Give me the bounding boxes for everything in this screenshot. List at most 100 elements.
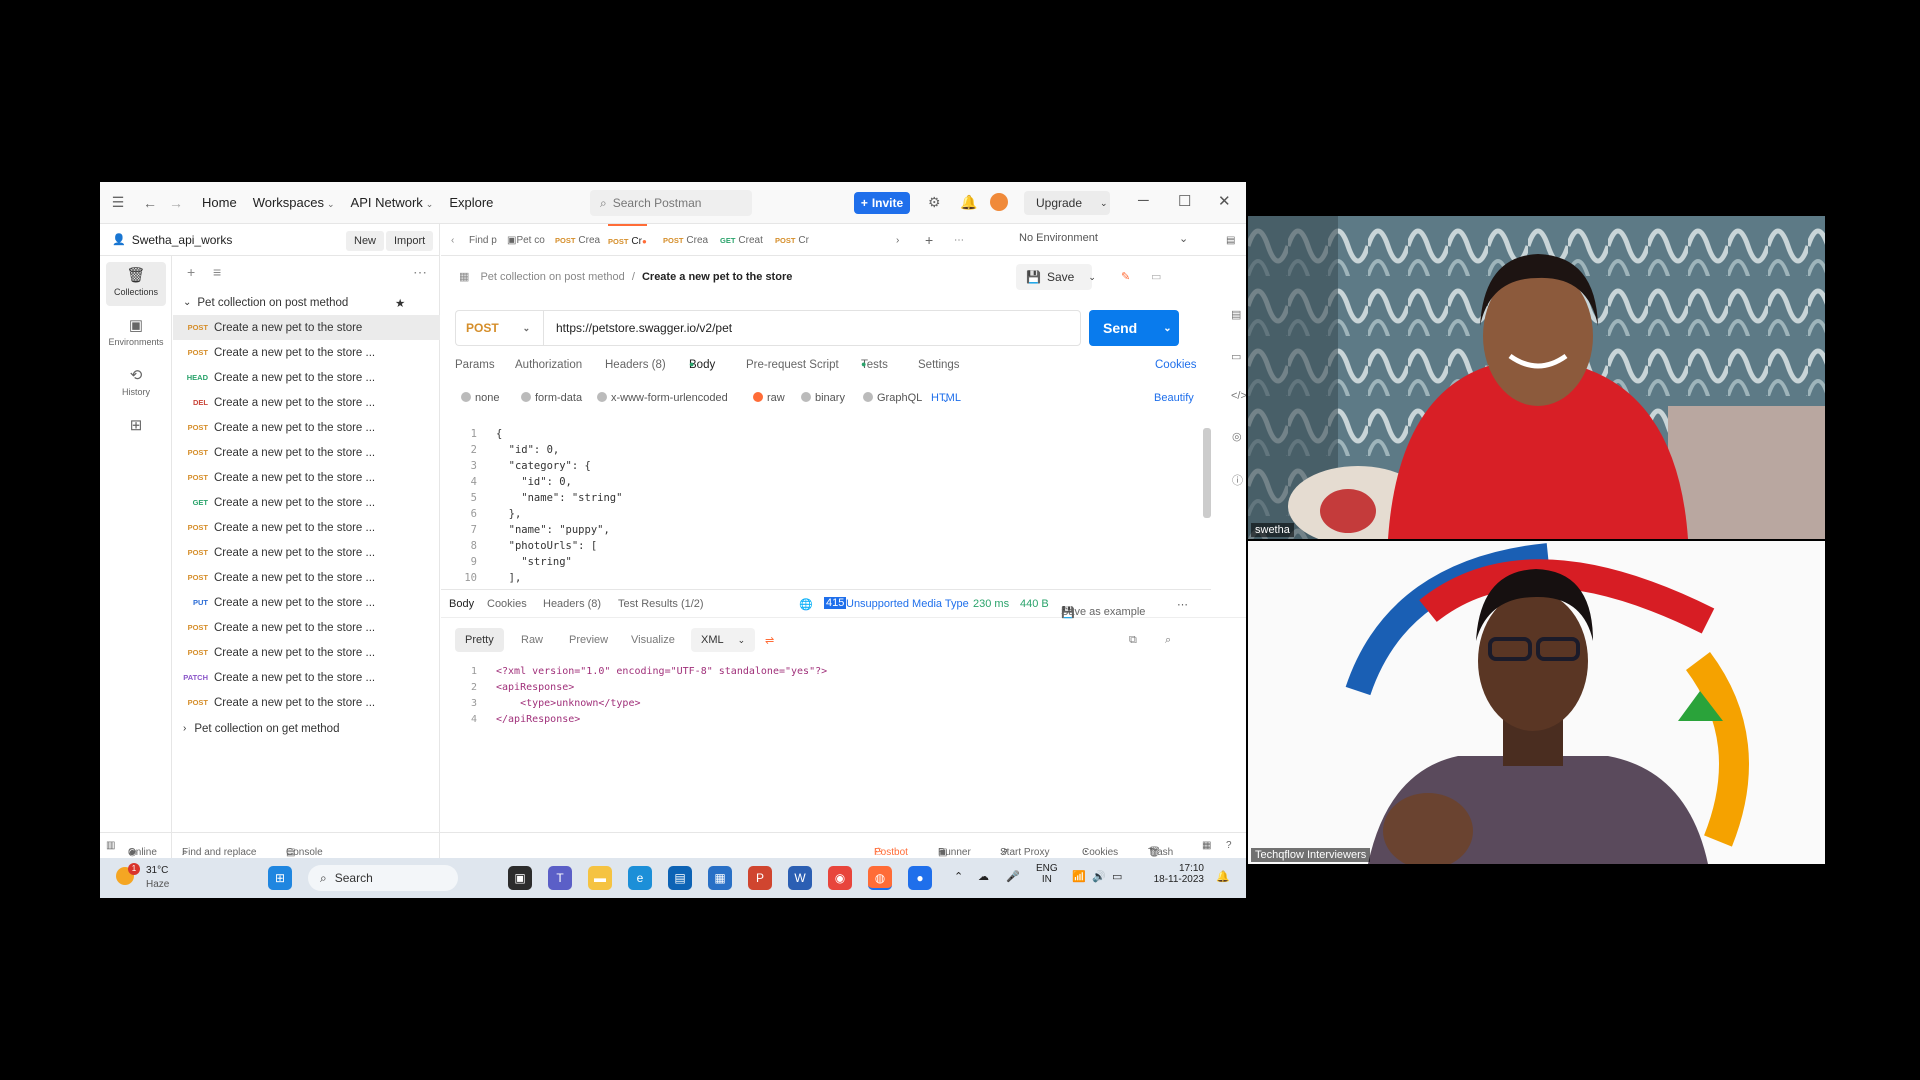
back-arrow-icon[interactable]: ← bbox=[140, 195, 160, 211]
send-button[interactable]: Send ⌄ bbox=[1089, 310, 1179, 346]
environment-quick-look-icon[interactable]: ▤ bbox=[1226, 224, 1235, 256]
request-item[interactable]: POST Create a new pet to the store ... bbox=[173, 640, 440, 665]
file-explorer-icon[interactable]: ▬ bbox=[588, 866, 612, 890]
request-item[interactable]: POST Create a new pet to the store ... bbox=[173, 415, 440, 440]
invite-button[interactable]: + Invite bbox=[854, 192, 910, 214]
workspace-name[interactable]: Swetha_api_works bbox=[132, 233, 233, 247]
settings-gear-icon[interactable]: ⚙ bbox=[928, 194, 941, 211]
zoom-icon[interactable]: ● bbox=[908, 866, 932, 890]
request-item[interactable]: POST Create a new pet to the store ... bbox=[173, 690, 440, 715]
maximize-icon[interactable]: ☐ bbox=[1178, 192, 1191, 210]
rail-apps[interactable]: ⊞ bbox=[106, 412, 166, 456]
request-tab[interactable]: GET Creat bbox=[720, 224, 763, 256]
language-indicator[interactable]: ENG IN bbox=[1036, 863, 1058, 885]
resp-tab-cookies[interactable]: Cookies bbox=[487, 598, 527, 610]
rail-collections[interactable]: 🗑 Collections bbox=[106, 262, 166, 306]
resp-tab-headers[interactable]: Headers (8) bbox=[543, 598, 601, 610]
request-item[interactable]: DEL Create a new pet to the store ... bbox=[173, 390, 440, 415]
request-item[interactable]: GET Create a new pet to the store ... bbox=[173, 490, 440, 515]
edge-icon[interactable]: e bbox=[628, 866, 652, 890]
beautify-link[interactable]: Beautify bbox=[1154, 392, 1194, 404]
nav-explore[interactable]: Explore bbox=[449, 195, 493, 210]
powerpoint-icon[interactable]: P bbox=[748, 866, 772, 890]
layout-icon[interactable]: ▦ bbox=[1202, 840, 1211, 851]
copy-icon[interactable]: ⧉ bbox=[1119, 628, 1147, 652]
teams-icon[interactable]: T bbox=[548, 866, 572, 890]
view-pretty[interactable]: Pretty bbox=[455, 628, 504, 652]
star-icon[interactable]: ★ bbox=[395, 296, 405, 310]
resp-tab-body[interactable]: Body bbox=[449, 598, 474, 610]
radio-raw[interactable]: raw bbox=[753, 392, 785, 404]
view-preview[interactable]: Preview bbox=[559, 628, 618, 652]
request-tab[interactable]: POST Cr ● bbox=[608, 224, 647, 256]
nav-workspaces[interactable]: Workspaces ⌄ bbox=[253, 195, 335, 210]
chevron-up-icon[interactable]: ⌃ bbox=[954, 870, 963, 883]
tab-authorization[interactable]: Authorization bbox=[515, 359, 582, 371]
tabs-scroll-right-icon[interactable]: › bbox=[896, 224, 899, 256]
more-options-icon[interactable]: ⋯ bbox=[1177, 598, 1188, 611]
request-tab[interactable]: POST Crea bbox=[663, 224, 708, 256]
radio-form-data[interactable]: form-data bbox=[521, 392, 582, 404]
rail-history[interactable]: ⟲ History bbox=[106, 362, 166, 406]
editor-scrollbar[interactable] bbox=[1203, 428, 1211, 518]
forward-arrow-icon[interactable]: → bbox=[166, 195, 186, 211]
radio-urlencoded[interactable]: x-www-form-urlencoded bbox=[597, 392, 728, 404]
response-format-select[interactable]: XML ⌄ bbox=[691, 628, 756, 652]
resp-tab-tests[interactable]: Test Results (1/2) bbox=[618, 598, 704, 610]
view-visualize[interactable]: Visualize bbox=[621, 628, 685, 652]
onedrive-icon[interactable]: ☁ bbox=[978, 870, 989, 883]
request-item[interactable]: POST Create a new pet to the store ... bbox=[173, 565, 440, 590]
request-item[interactable]: POST Create a new pet to the store ... bbox=[173, 540, 440, 565]
nav-api-network[interactable]: API Network ⌄ bbox=[351, 195, 434, 210]
help-icon[interactable]: ? bbox=[1226, 840, 1232, 851]
request-tab[interactable]: ▣ Pet co bbox=[507, 224, 545, 256]
minimize-icon[interactable]: ─ bbox=[1138, 192, 1149, 209]
microphone-icon[interactable]: 🎤 bbox=[1006, 870, 1020, 883]
notification-icon[interactable]: 🔔 bbox=[1216, 870, 1230, 883]
new-tab-icon[interactable]: + bbox=[925, 224, 933, 256]
rail-environments[interactable]: ▣ Environments bbox=[106, 312, 166, 356]
task-view-icon[interactable]: ▣ bbox=[508, 866, 532, 890]
request-item[interactable]: PATCH Create a new pet to the store ... bbox=[173, 665, 440, 690]
edit-pencil-icon[interactable]: ✎ bbox=[1121, 270, 1130, 283]
taskbar-search[interactable]: ⌕ Search bbox=[308, 865, 458, 891]
tab-settings[interactable]: Settings bbox=[918, 359, 960, 371]
notification-bell-icon[interactable]: 🔔 bbox=[960, 194, 977, 211]
import-button[interactable]: Import bbox=[386, 231, 434, 251]
request-item[interactable]: POST Create a new pet to the store ... bbox=[173, 515, 440, 540]
comments-icon[interactable]: ▭ bbox=[1231, 350, 1241, 363]
view-raw[interactable]: Raw bbox=[511, 628, 553, 652]
breadcrumb-parent[interactable]: Pet collection on post method bbox=[480, 271, 624, 283]
request-item[interactable]: HEAD Create a new pet to the store ... bbox=[173, 365, 440, 390]
comment-icon[interactable]: ▭ bbox=[1151, 270, 1161, 283]
new-button[interactable]: New bbox=[346, 231, 385, 251]
windows-start-icon[interactable]: ⊞ bbox=[268, 866, 292, 890]
method-select[interactable]: POST ⌄ bbox=[455, 310, 543, 346]
more-options-icon[interactable]: ⋯ bbox=[413, 264, 427, 281]
request-item[interactable]: POST Create a new pet to the store bbox=[173, 315, 440, 340]
save-button[interactable]: 💾 Save ⌄ bbox=[1016, 264, 1096, 290]
request-item[interactable]: POST Create a new pet to the store ... bbox=[173, 340, 440, 365]
word-icon[interactable]: W bbox=[788, 866, 812, 890]
upgrade-button[interactable]: Upgrade ⌄ bbox=[1024, 191, 1110, 215]
volume-icon[interactable]: 🔊 bbox=[1092, 870, 1106, 883]
request-tab[interactable]: Find p bbox=[469, 224, 497, 256]
sidebar-toggle-icon[interactable]: ▥ bbox=[106, 840, 115, 851]
request-item[interactable]: POST Create a new pet to the store ... bbox=[173, 465, 440, 490]
search-postman-input[interactable]: ⌕ Search Postman bbox=[590, 190, 752, 216]
url-input[interactable]: https://petstore.swagger.io/v2/pet bbox=[543, 310, 1081, 346]
documentation-icon[interactable]: ▤ bbox=[1231, 308, 1241, 321]
filter-icon[interactable]: ≡ bbox=[213, 264, 221, 280]
response-body[interactable]: 1 <?xml version="1.0" encoding="UTF-8" st… bbox=[441, 664, 1211, 734]
request-item[interactable]: PUT Create a new pet to the store ... bbox=[173, 590, 440, 615]
video-tile-techqflow[interactable]: Techqflow Interviewers bbox=[1248, 541, 1825, 864]
menu-icon[interactable]: ☰ bbox=[108, 194, 128, 211]
nav-home[interactable]: Home bbox=[202, 195, 237, 210]
request-tab[interactable]: POST Crea bbox=[555, 224, 600, 256]
more-tabs-icon[interactable]: ⋯ bbox=[954, 224, 964, 256]
environment-select[interactable]: No Environment ⌄ bbox=[1019, 232, 1189, 245]
radio-graphql[interactable]: GraphQL bbox=[863, 392, 922, 404]
wrap-lines-icon[interactable]: ⇌ bbox=[755, 628, 784, 652]
search-icon[interactable]: ⌕ bbox=[1155, 628, 1181, 652]
weather-widget[interactable]: 1 31°C Haze bbox=[112, 863, 192, 893]
